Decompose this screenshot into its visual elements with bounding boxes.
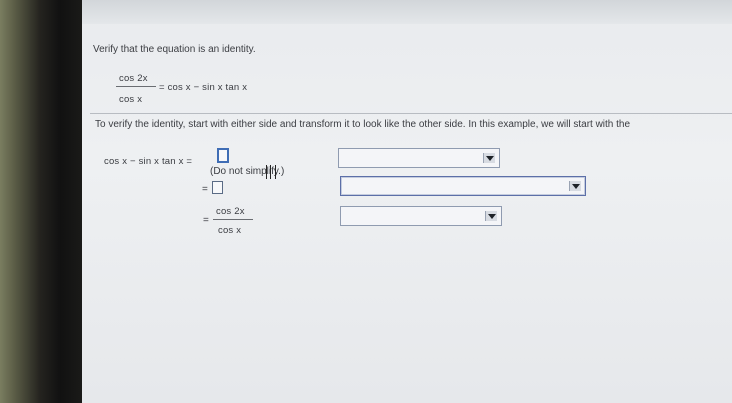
reason-dropdown-2[interactable]	[340, 176, 586, 196]
step1-left-expression: cos x − sin x tan x =	[104, 156, 193, 167]
step3-fraction-line	[213, 219, 253, 220]
answer-box-1[interactable]	[217, 148, 229, 163]
step3-denominator: cos x	[218, 225, 242, 236]
step3-numerator: cos 2x	[216, 206, 245, 217]
reason-dropdown-1[interactable]	[338, 148, 500, 168]
problem-prompt: Verify that the equation is an identity.	[93, 44, 256, 55]
chevron-down-icon[interactable]	[485, 211, 497, 221]
divider	[90, 113, 732, 114]
answer-box-2[interactable]	[212, 181, 223, 194]
chevron-down-icon[interactable]	[483, 153, 495, 163]
equation-denominator: cos x	[119, 94, 143, 105]
top-bar	[82, 0, 732, 24]
equation-right-side: = cos x − sin x tan x	[159, 82, 248, 93]
monitor-bezel	[0, 0, 82, 403]
equation-numerator: cos 2x	[119, 73, 148, 84]
text-cursor-icon	[266, 165, 276, 179]
reason-dropdown-3[interactable]	[340, 206, 502, 226]
screen: Verify that the equation is an identity.…	[82, 0, 732, 403]
step2-equals: =	[202, 184, 209, 195]
instruction-text: To verify the identity, start with eithe…	[95, 119, 631, 130]
chevron-down-icon[interactable]	[569, 181, 581, 191]
equation-fraction-line	[116, 86, 156, 87]
step3-equals: =	[203, 215, 210, 226]
